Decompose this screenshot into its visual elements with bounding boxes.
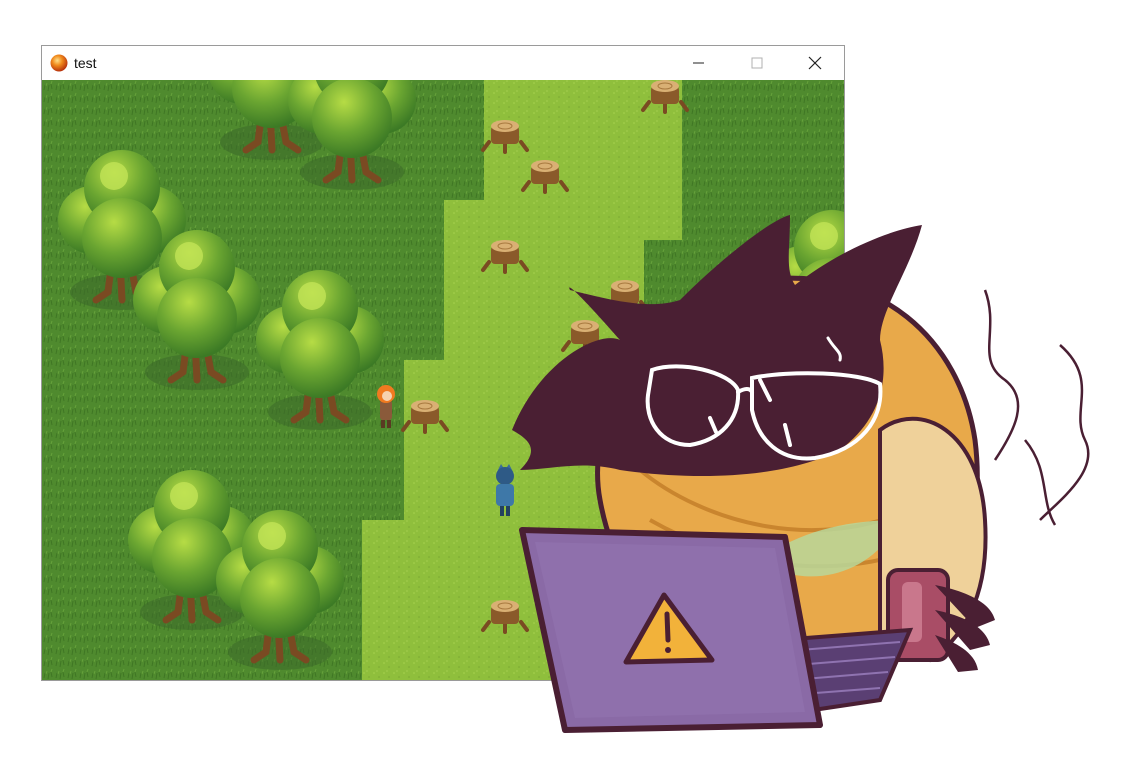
title-bar[interactable]: test [42, 46, 844, 80]
game-window: test [41, 45, 845, 681]
forest-map [42, 80, 844, 680]
maximize-button[interactable] [728, 46, 786, 80]
close-icon [808, 56, 822, 70]
minimize-icon [693, 62, 704, 64]
close-button[interactable] [786, 46, 844, 80]
game-viewport[interactable] [42, 80, 844, 680]
window-title: test [74, 55, 97, 71]
minimize-button[interactable] [670, 46, 728, 80]
maximize-icon [751, 57, 763, 69]
orange-orb-icon [50, 54, 68, 72]
